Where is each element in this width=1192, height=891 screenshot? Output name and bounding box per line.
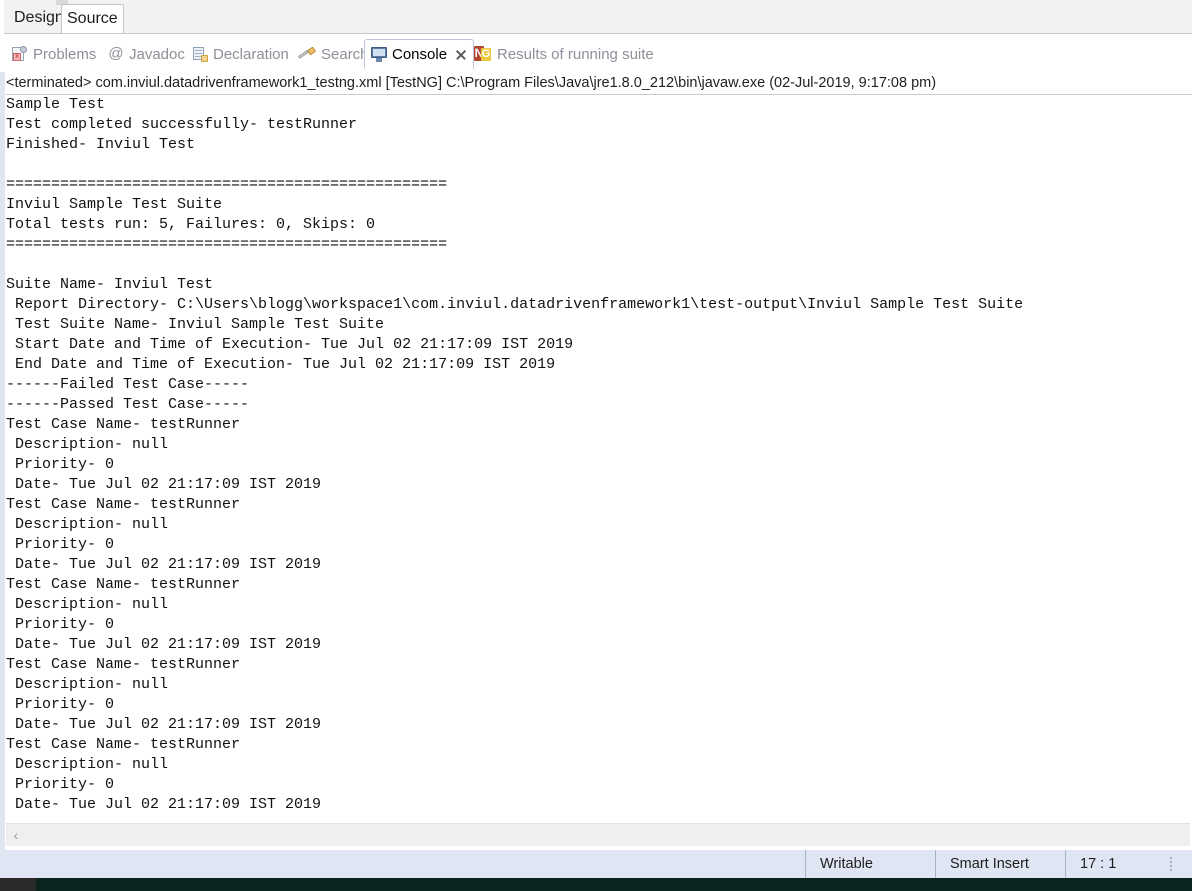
console-icon	[371, 46, 387, 62]
console-line: Test completed successfully- testRunner	[6, 116, 358, 133]
close-icon[interactable]	[454, 48, 467, 61]
console-line: Priority- 0	[6, 616, 115, 633]
tab-console-label: Console	[392, 45, 448, 63]
testng-icon: NG	[474, 46, 491, 61]
status-bar: Writable Smart Insert 17 : 1	[0, 850, 1192, 878]
console-line: Date- Tue Jul 02 21:17:09 IST 2019	[6, 476, 322, 493]
console-line: ------Passed Test Case-----	[6, 396, 250, 413]
console-line: Start Date and Time of Execution- Tue Ju…	[6, 336, 574, 353]
console-line: Sample Test	[6, 96, 106, 113]
console-line: Suite Name- Inviul Test	[6, 276, 214, 293]
tab-declaration-label: Declaration	[213, 45, 289, 63]
view-tab-bar: x Problems @ Javadoc Declaration Search …	[0, 36, 1192, 103]
scroll-left-arrow-icon[interactable]: ‹	[6, 825, 26, 845]
javadoc-at-icon: @	[108, 45, 124, 62]
console-line: Description- null	[6, 596, 169, 613]
editor-tab-design-label: Design	[14, 9, 64, 26]
console-line: Test Case Name- testRunner	[6, 656, 241, 673]
status-writable: Writable	[805, 850, 935, 878]
status-cursor-position: 17 : 1	[1065, 850, 1150, 878]
console-line: Total tests run: 5, Failures: 0, Skips: …	[6, 216, 376, 233]
console-line: Report Directory- C:\Users\blogg\workspa…	[6, 296, 1024, 313]
status-bar-resize-grip[interactable]	[1150, 850, 1192, 878]
tab-problems-label: Problems	[33, 45, 97, 63]
console-line: Date- Tue Jul 02 21:17:09 IST 2019	[6, 796, 322, 813]
console-line: Priority- 0	[6, 696, 115, 713]
editor-tab-source[interactable]: Source	[61, 4, 124, 33]
console-line: ------Failed Test Case-----	[6, 376, 250, 393]
desktop-bottom-strip	[0, 878, 1192, 891]
editor-tab-strip-background	[4, 0, 1192, 34]
tab-declaration[interactable]: Declaration	[186, 39, 295, 69]
console-left-margin	[0, 72, 5, 850]
editor-tab-strip: Design Source	[0, 0, 1192, 36]
console-line: ========================================…	[6, 236, 448, 253]
desktop-bottom-strip-left	[0, 878, 36, 891]
console-line: Description- null	[6, 676, 169, 693]
tab-javadoc[interactable]: @ Javadoc	[102, 39, 191, 69]
console-line: Finished- Inviul Test	[6, 136, 196, 153]
console-view: <terminated> com.inviul.datadrivenframew…	[0, 72, 1192, 850]
console-line: Date- Tue Jul 02 21:17:09 IST 2019	[6, 716, 322, 733]
tab-search[interactable]: Search	[293, 39, 375, 69]
search-icon	[298, 46, 317, 62]
console-line: End Date and Time of Execution- Tue Jul …	[6, 356, 556, 373]
console-line: Date- Tue Jul 02 21:17:09 IST 2019	[6, 556, 322, 573]
tab-javadoc-label: Javadoc	[129, 45, 185, 63]
console-line: Test Case Name- testRunner	[6, 736, 241, 753]
declaration-icon	[192, 46, 208, 62]
console-line: Date- Tue Jul 02 21:17:09 IST 2019	[6, 636, 322, 653]
tab-console[interactable]: Console	[364, 39, 475, 69]
console-horizontal-scrollbar[interactable]: ‹	[6, 823, 1190, 846]
problems-icon: x	[12, 46, 28, 62]
console-line: Description- null	[6, 436, 169, 453]
tab-results-of-running-suite-label: Results of running suite	[497, 45, 654, 63]
console-line: Inviul Sample Test Suite	[6, 196, 223, 213]
console-line: Priority- 0	[6, 536, 115, 553]
editor-tab-design[interactable]: Design	[9, 4, 69, 33]
console-line: Priority- 0	[6, 456, 115, 473]
console-line: Test Case Name- testRunner	[6, 496, 241, 513]
console-line: Test Case Name- testRunner	[6, 576, 241, 593]
console-line: Description- null	[6, 756, 169, 773]
tab-search-label: Search	[321, 45, 369, 63]
console-line: ========================================…	[6, 176, 448, 193]
console-process-header: <terminated> com.inviul.datadrivenframew…	[6, 74, 1192, 95]
console-line: Test Suite Name- Inviul Sample Test Suit…	[6, 316, 385, 333]
editor-tab-source-label: Source	[67, 10, 118, 27]
console-line: Description- null	[6, 516, 169, 533]
console-output[interactable]: Sample Test Test completed successfully- …	[6, 94, 1192, 822]
tab-problems[interactable]: x Problems	[6, 39, 102, 69]
status-insert-mode: Smart Insert	[935, 850, 1065, 878]
console-line: Priority- 0	[6, 776, 115, 793]
console-line: Test Case Name- testRunner	[6, 416, 241, 433]
tab-results-of-running-suite[interactable]: NG Results of running suite	[468, 39, 660, 69]
